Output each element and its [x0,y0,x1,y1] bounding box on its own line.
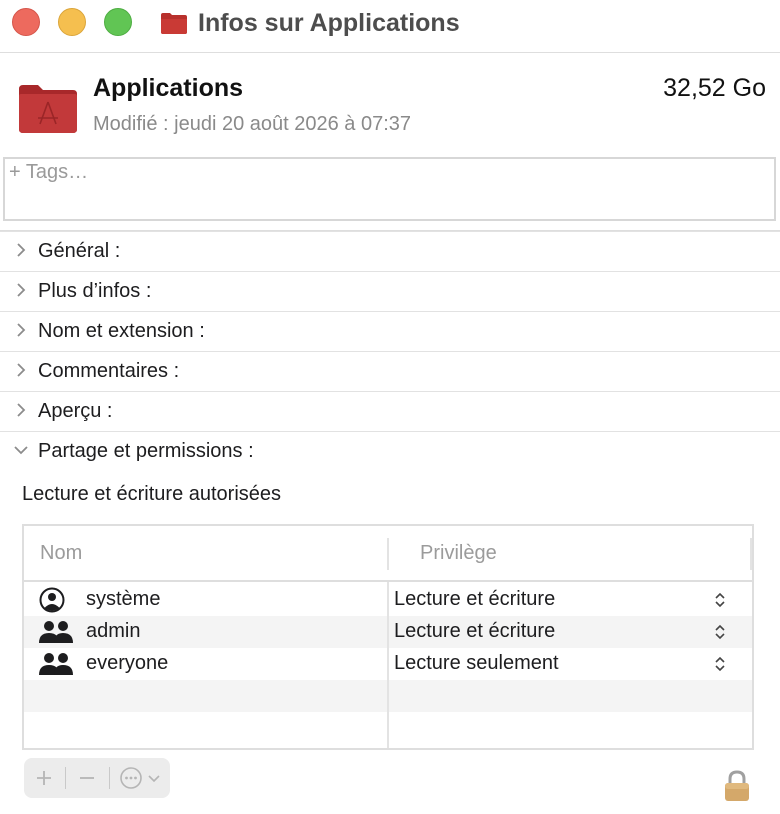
tags-field[interactable] [3,157,776,221]
section-general[interactable]: Général : [0,231,780,271]
user-name: admin [86,620,141,642]
chevron-down-icon [148,775,160,783]
up-down-arrows-icon[interactable] [714,655,726,673]
section-label: Nom et extension : [38,320,205,342]
chevron-right-icon[interactable] [12,401,30,419]
add-user-button[interactable] [24,758,64,798]
minimize-window-button[interactable] [58,8,86,36]
up-down-arrows-icon[interactable] [714,591,726,609]
tags-input[interactable] [9,161,769,184]
close-window-button[interactable] [12,8,40,36]
permissions-table: Nom Privilège système Lecture et écritur… [22,524,754,750]
action-menu-button[interactable] [110,758,170,798]
section-label: Partage et permissions : [38,440,254,462]
user-name: système [86,588,161,610]
group-icon [39,653,73,675]
section-comments[interactable]: Commentaires : [0,351,780,391]
window-title-group: Infos sur Applications [160,6,460,40]
chevron-down-icon[interactable] [12,441,30,459]
permission-description: Lecture et écriture autorisées [22,483,282,505]
remove-user-button[interactable] [66,758,108,798]
column-header-name[interactable]: Nom [40,542,82,565]
column-header-privilege[interactable]: Privilège [420,542,497,565]
section-label: Commentaires : [38,360,180,382]
section-label: Général : [38,240,121,262]
plus-icon [37,771,51,785]
chevron-right-icon[interactable] [12,361,30,379]
column-divider[interactable] [750,538,752,570]
section-more-info[interactable]: Plus d’infos : [0,271,780,311]
group-icon [39,621,73,643]
section-sharing-permissions[interactable]: Partage et permissions : [0,431,780,471]
file-name: Applications [93,74,244,102]
section-preview[interactable]: Aperçu : [0,391,780,431]
chevron-right-icon[interactable] [12,241,30,259]
column-divider [387,582,389,748]
title-divider [0,52,780,53]
section-name-extension[interactable]: Nom et extension : [0,311,780,351]
permissions-toolbar [24,758,170,798]
chevron-right-icon[interactable] [12,321,30,339]
folder-icon [161,13,187,34]
chevron-right-icon[interactable] [12,281,30,299]
lock-icon[interactable] [722,770,752,802]
window-title: Infos sur Applications [198,8,460,37]
privilege-value[interactable]: Lecture et écriture [394,588,555,611]
section-label: Plus d’infos : [38,280,152,302]
up-down-arrows-icon[interactable] [714,623,726,641]
minus-icon [80,777,94,779]
applications-folder-icon [19,85,77,133]
file-size: 32,52 Go [663,74,766,102]
privilege-value[interactable]: Lecture et écriture [394,620,555,643]
zoom-window-button[interactable] [104,8,132,36]
column-divider[interactable] [387,538,389,570]
privilege-value[interactable]: Lecture seulement [394,652,559,675]
user-name: everyone [86,652,169,674]
ellipsis-circle-icon [120,767,142,789]
modified-date: Modifié : jeudi 20 août 2026 à 07:37 [93,113,412,135]
user-icon [39,587,65,613]
title-bar: Infos sur Applications [0,0,780,52]
section-label: Aperçu : [38,400,113,422]
table-header: Nom Privilège [24,526,752,582]
